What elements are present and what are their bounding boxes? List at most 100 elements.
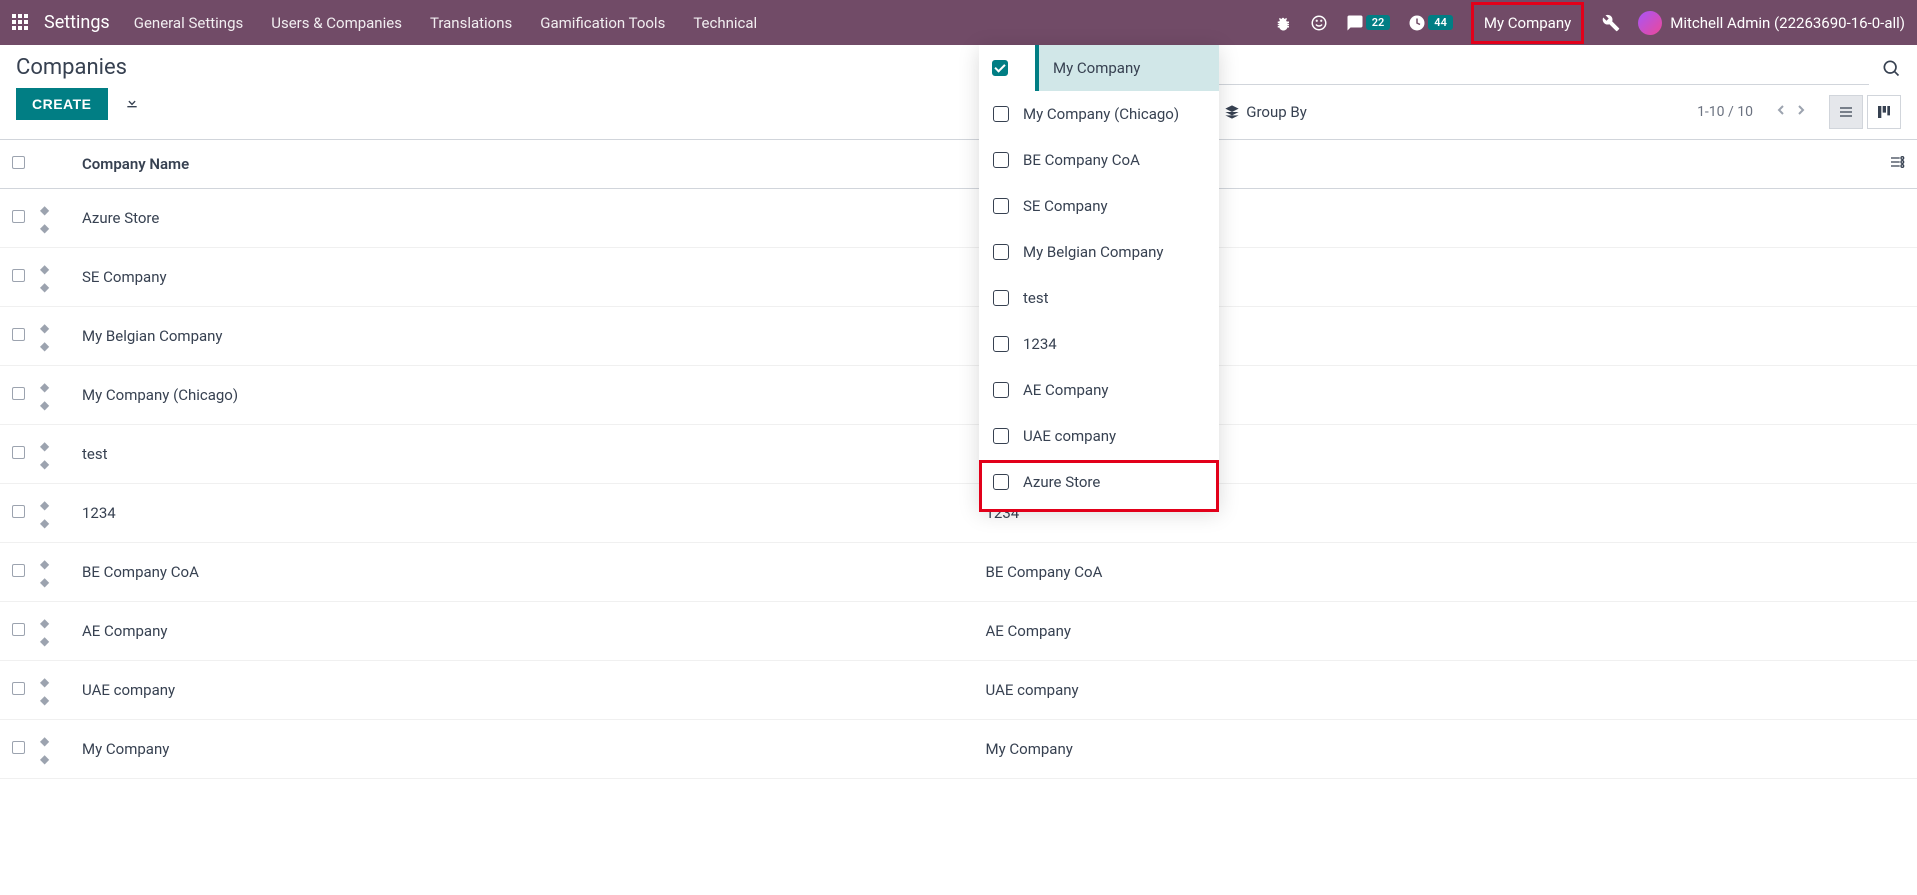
kanban-icon <box>1876 104 1892 120</box>
table-row[interactable]: ◆◆SE CompanySE Company <box>0 248 1917 307</box>
user-menu[interactable]: Mitchell Admin (22263690-16-0-all) <box>1638 11 1905 35</box>
menu-gamification-tools[interactable]: Gamification Tools <box>540 14 665 32</box>
dropdown-company-item[interactable]: UAE company <box>979 413 1219 459</box>
dropdown-company-item[interactable]: AE Company <box>979 367 1219 413</box>
menu-general-settings[interactable]: General Settings <box>134 14 244 32</box>
company-checkbox[interactable] <box>993 290 1009 306</box>
pager-next[interactable] <box>1793 102 1809 123</box>
company-checkbox[interactable] <box>993 106 1009 122</box>
apps-icon[interactable] <box>12 14 30 32</box>
cell-company-name: BE Company CoA <box>70 543 974 602</box>
row-checkbox[interactable] <box>12 387 25 400</box>
search-input[interactable] <box>1141 55 1869 85</box>
bug-icon[interactable] <box>1274 14 1292 32</box>
company-label: My Company (Chicago) <box>1023 105 1179 123</box>
companies-table: Company Name Partner ◆◆Azure StoreAzure … <box>0 139 1917 779</box>
row-checkbox[interactable] <box>12 741 25 754</box>
user-label: Mitchell Admin (22263690-16-0-all) <box>1670 14 1905 32</box>
company-checkbox[interactable] <box>993 336 1009 352</box>
row-checkbox[interactable] <box>12 328 25 341</box>
company-selector[interactable]: My Company <box>1471 2 1584 44</box>
row-checkbox[interactable] <box>12 623 25 636</box>
row-checkbox[interactable] <box>12 505 25 518</box>
drag-handle-icon[interactable]: ◆◆ <box>40 675 49 707</box>
row-checkbox[interactable] <box>12 210 25 223</box>
cell-company-name: Azure Store <box>70 189 974 248</box>
developer-tools-icon[interactable] <box>1602 14 1620 32</box>
company-checkbox[interactable] <box>993 152 1009 168</box>
dropdown-company-item[interactable]: My Company <box>979 45 1219 91</box>
pager-prev[interactable] <box>1773 102 1789 123</box>
view-kanban-button[interactable] <box>1867 95 1901 129</box>
company-checkbox[interactable] <box>993 382 1009 398</box>
main-menu: General Settings Users & Companies Trans… <box>134 14 1274 32</box>
cell-partner: UAE company <box>974 661 1878 720</box>
cell-partner: AE Company <box>974 602 1878 661</box>
table-row[interactable]: ◆◆My CompanyMy Company <box>0 720 1917 779</box>
drag-handle-icon[interactable]: ◆◆ <box>40 321 49 353</box>
company-checkbox[interactable] <box>992 60 1008 76</box>
pager[interactable]: 1-10 / 10 <box>1697 104 1753 120</box>
company-label: AE Company <box>1023 381 1108 399</box>
messages-icon[interactable]: 22 <box>1346 14 1391 32</box>
support-icon[interactable] <box>1310 14 1328 32</box>
menu-users-companies[interactable]: Users & Companies <box>271 14 402 32</box>
drag-handle-icon[interactable]: ◆◆ <box>40 498 49 530</box>
view-list-button[interactable] <box>1829 95 1863 129</box>
column-company-name[interactable]: Company Name <box>70 140 974 189</box>
search-icon[interactable] <box>1881 58 1901 82</box>
activities-icon[interactable]: 44 <box>1408 14 1453 32</box>
cell-company-name: test <box>70 425 974 484</box>
drag-handle-icon[interactable]: ◆◆ <box>40 262 49 294</box>
menu-technical[interactable]: Technical <box>693 14 757 32</box>
control-panel: Companies CREATE Filters Group By 1 <box>0 45 1917 139</box>
dropdown-company-item[interactable]: 1234 <box>979 321 1219 367</box>
groupby-button[interactable]: Group By <box>1224 103 1307 121</box>
dropdown-company-item[interactable]: test <box>979 275 1219 321</box>
row-checkbox[interactable] <box>12 446 25 459</box>
row-checkbox[interactable] <box>12 269 25 282</box>
dropdown-company-item[interactable]: SE Company <box>979 183 1219 229</box>
table-row[interactable]: ◆◆testtest <box>0 425 1917 484</box>
download-icon[interactable] <box>124 94 140 114</box>
drag-handle-icon[interactable]: ◆◆ <box>40 734 49 766</box>
menu-translations[interactable]: Translations <box>430 14 512 32</box>
company-label: SE Company <box>1023 197 1108 215</box>
row-checkbox[interactable] <box>12 682 25 695</box>
company-checkbox[interactable] <box>993 428 1009 444</box>
dropdown-company-item[interactable]: My Belgian Company <box>979 229 1219 275</box>
table-row[interactable]: ◆◆12341234 <box>0 484 1917 543</box>
cell-company-name: 1234 <box>70 484 974 543</box>
dropdown-company-item[interactable]: My Company (Chicago) <box>979 91 1219 137</box>
app-brand[interactable]: Settings <box>44 12 110 33</box>
navbar: Settings General Settings Users & Compan… <box>0 0 1917 45</box>
list-icon <box>1838 104 1854 120</box>
dropdown-company-item[interactable]: BE Company CoA <box>979 137 1219 183</box>
table-row[interactable]: ◆◆My Company (Chicago)My Company (Chicag… <box>0 366 1917 425</box>
activities-badge: 44 <box>1428 15 1453 30</box>
drag-handle-icon[interactable]: ◆◆ <box>40 439 49 471</box>
drag-handle-icon[interactable]: ◆◆ <box>40 380 49 412</box>
table-row[interactable]: ◆◆ AE CompanyAE Company <box>0 602 1917 661</box>
cell-partner: My Company <box>974 720 1878 779</box>
company-label: My Company <box>1053 59 1140 77</box>
navbar-right: 22 44 My Company Mitchell Admin (2226369… <box>1274 2 1905 44</box>
table-row[interactable]: ◆◆ BE Company CoABE Company CoA <box>0 543 1917 602</box>
drag-handle-icon[interactable]: ◆◆ <box>40 203 49 235</box>
company-checkbox[interactable] <box>993 198 1009 214</box>
row-checkbox[interactable] <box>12 564 25 577</box>
create-button[interactable]: CREATE <box>16 88 108 120</box>
optional-fields-toggle[interactable] <box>1889 156 1905 174</box>
table-row[interactable]: ◆◆My Belgian CompanyMy Belgian Company <box>0 307 1917 366</box>
drag-handle-icon[interactable]: ◆◆ <box>40 616 49 648</box>
table-row[interactable]: ◆◆UAE companyUAE company <box>0 661 1917 720</box>
company-label: BE Company CoA <box>1023 151 1140 169</box>
company-checkbox[interactable] <box>993 244 1009 260</box>
drag-handle-icon[interactable]: ◆◆ <box>40 557 49 589</box>
messages-badge: 22 <box>1366 15 1391 30</box>
select-all-checkbox[interactable] <box>12 156 25 169</box>
cell-partner: BE Company CoA <box>974 543 1878 602</box>
company-label: UAE company <box>1023 427 1116 445</box>
cell-company-name: AE Company <box>70 602 974 661</box>
table-row[interactable]: ◆◆Azure StoreAzure Store <box>0 189 1917 248</box>
